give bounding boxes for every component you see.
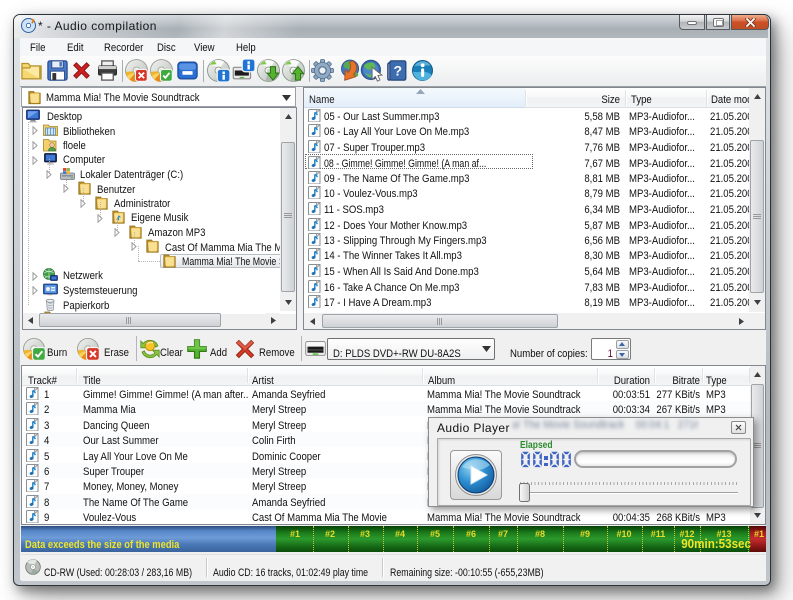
svg-text:?: ? (393, 63, 402, 79)
